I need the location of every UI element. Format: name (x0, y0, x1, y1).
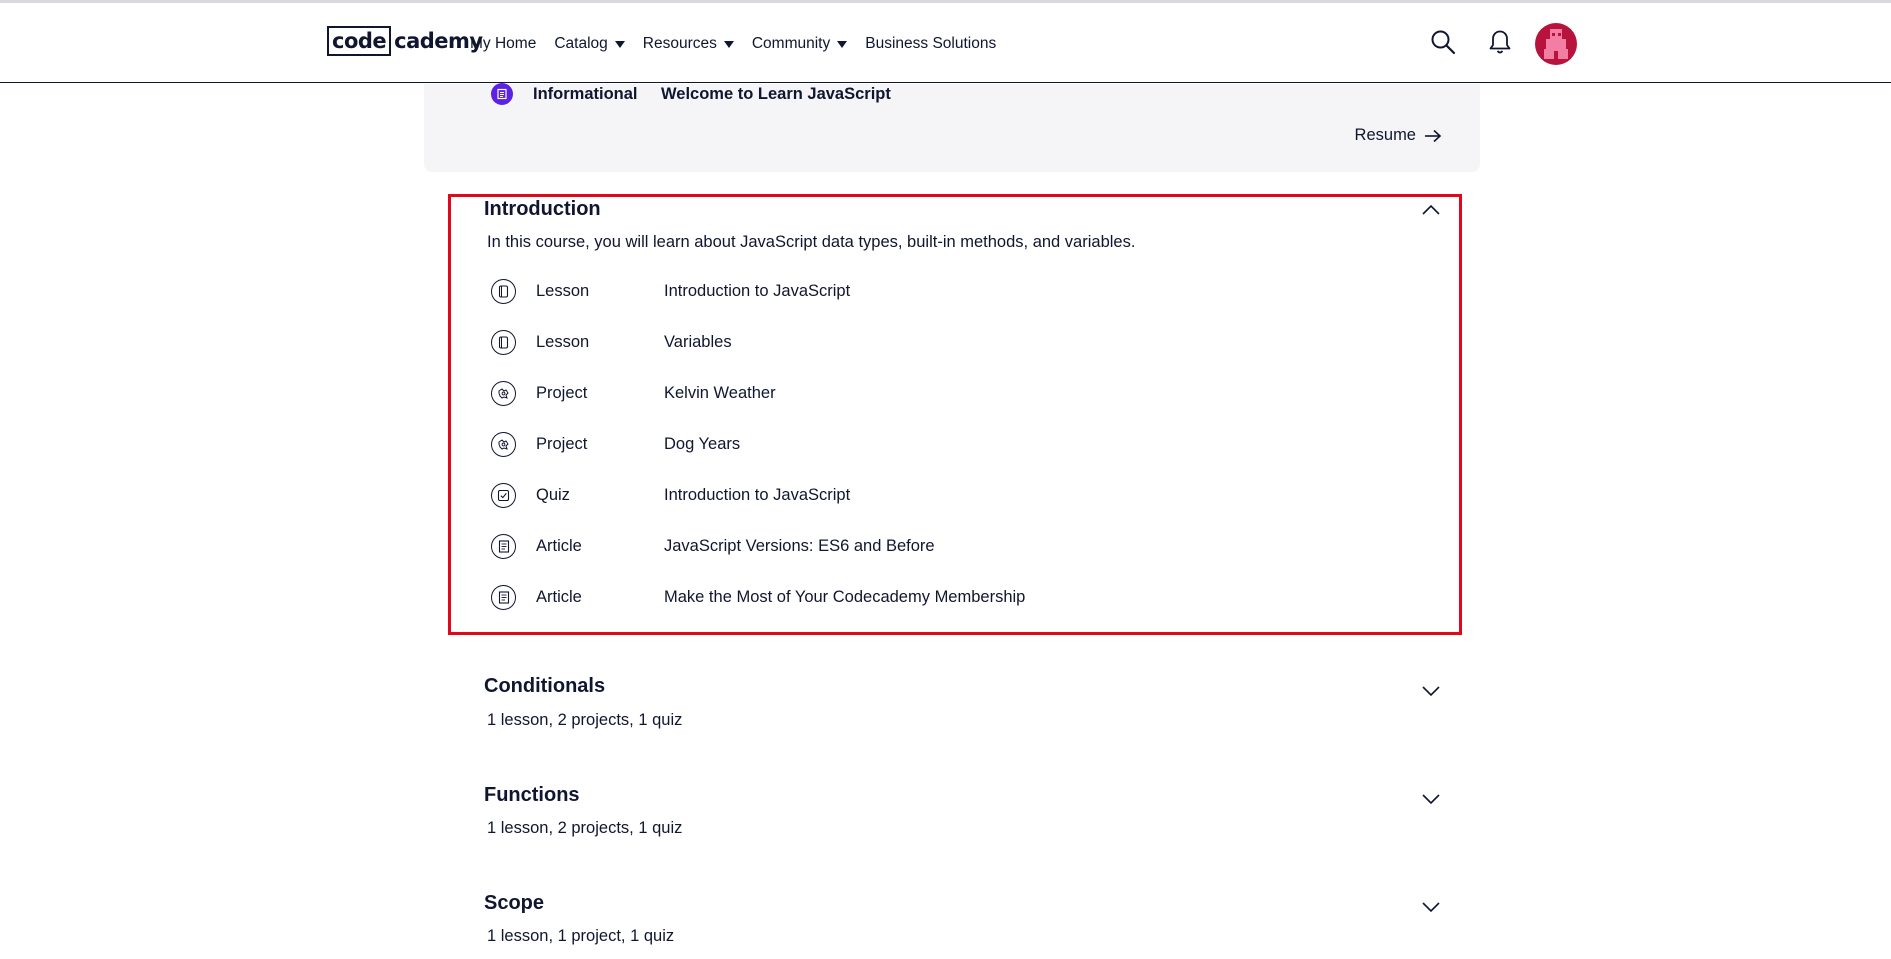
item-title: Welcome to Learn JavaScript (661, 84, 891, 103)
arrow-right-icon (1425, 129, 1442, 142)
article-icon (491, 83, 513, 105)
resume-label: Resume (1354, 126, 1416, 144)
nav-community[interactable]: Community (751, 30, 848, 58)
section-title-conditionals[interactable]: Conditionals (484, 675, 605, 698)
bell-icon[interactable] (1488, 29, 1512, 60)
item-type: Informational (533, 84, 638, 103)
nav-label: Business Solutions (865, 35, 997, 52)
list-item[interactable]: Article JavaScript Versions: ES6 and Bef… (491, 533, 935, 559)
list-item[interactable]: Project Dog Years (491, 431, 740, 457)
course-resume-card: Informational Welcome to Learn JavaScrip… (424, 83, 1480, 172)
section-summary: 1 lesson, 1 project, 1 quiz (487, 927, 675, 945)
nav-my-home[interactable]: My Home (470, 30, 536, 58)
item-title: JavaScript Versions: ES6 and Before (664, 536, 935, 555)
list-item[interactable]: Project Kelvin Weather (491, 380, 776, 406)
caret-down-icon (723, 40, 734, 48)
item-title: Introduction to JavaScript (664, 485, 851, 504)
chevron-up-icon[interactable] (1421, 203, 1441, 221)
article-icon (491, 533, 516, 559)
item-type: Project (536, 434, 588, 453)
item-title: Kelvin Weather (664, 383, 776, 402)
item-type: Lesson (536, 332, 590, 351)
chevron-down-icon[interactable] (1421, 900, 1441, 918)
section-summary: 1 lesson, 2 projects, 1 quiz (487, 711, 683, 729)
project-icon (491, 380, 516, 406)
project-icon (491, 431, 516, 457)
lesson-icon (491, 329, 516, 355)
item-title: Dog Years (664, 434, 741, 453)
section-summary: 1 lesson, 2 projects, 1 quiz (487, 819, 683, 837)
nav-business-solutions[interactable]: Business Solutions (865, 30, 996, 58)
item-title: Variables (664, 332, 732, 351)
quiz-icon (491, 482, 516, 508)
section-title-scope[interactable]: Scope (484, 892, 544, 915)
search-icon[interactable] (1430, 29, 1456, 60)
item-type: Quiz (536, 485, 570, 504)
list-item[interactable]: Lesson Variables (491, 329, 732, 355)
item-title: Make the Most of Your Codecademy Members… (664, 587, 1026, 606)
nav-label: Resources (642, 35, 717, 52)
item-type: Article (536, 587, 582, 606)
article-icon (491, 584, 516, 610)
item-title: Introduction to JavaScript (664, 281, 851, 300)
list-item[interactable]: Quiz Introduction to JavaScript (491, 482, 850, 508)
list-item[interactable]: Lesson Introduction to JavaScript (491, 278, 850, 304)
section-description: In this course, you will learn about Jav… (487, 233, 1136, 251)
top-navigation-bar: code cademy My Home Catalog Resources Co… (0, 3, 1891, 83)
main-nav: My Home Catalog Resources Community Busi… (470, 30, 1014, 58)
list-item[interactable]: Article Make the Most of Your Codecademy… (491, 584, 1025, 610)
introduction-section-highlight (448, 194, 1462, 635)
item-type: Article (536, 536, 582, 555)
nav-label: Community (751, 35, 831, 52)
nav-label: Catalog (554, 35, 608, 52)
nav-resources[interactable]: Resources (643, 30, 734, 58)
lesson-icon (491, 278, 516, 304)
item-type: Project (536, 383, 588, 402)
section-title-introduction[interactable]: Introduction (484, 198, 601, 221)
caret-down-icon (614, 40, 625, 48)
caret-down-icon (837, 40, 848, 48)
nav-catalog[interactable]: Catalog (554, 30, 625, 58)
section-title-functions[interactable]: Functions (484, 784, 580, 807)
informational-item[interactable]: Informational Welcome to Learn JavaScrip… (491, 83, 891, 105)
item-type: Lesson (536, 281, 590, 300)
nav-label: My Home (470, 35, 537, 52)
chevron-down-icon[interactable] (1421, 684, 1441, 702)
chevron-down-icon[interactable] (1421, 792, 1441, 810)
resume-button[interactable]: Resume (1355, 126, 1442, 145)
logo-code-box: code (327, 26, 392, 56)
codecademy-logo[interactable]: code cademy (327, 26, 483, 56)
avatar[interactable] (1535, 23, 1577, 65)
